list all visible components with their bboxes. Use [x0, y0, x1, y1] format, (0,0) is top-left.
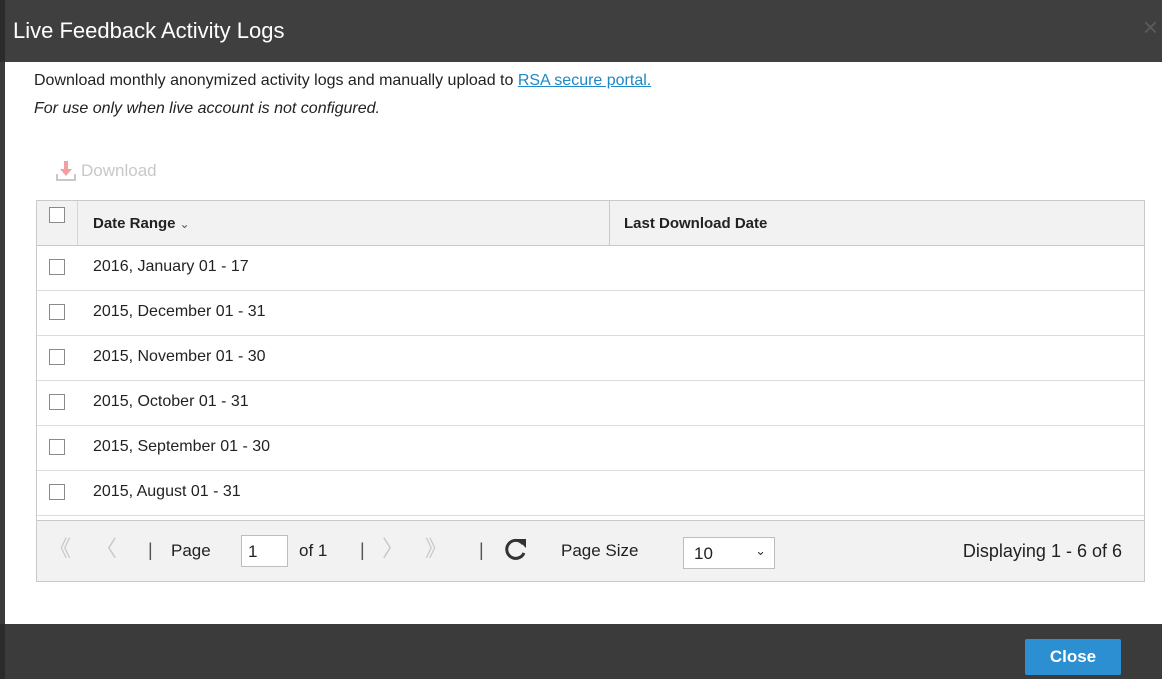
date-range-cell: 2015, August 01 - 31 — [93, 483, 241, 500]
page-size-label: Page Size — [561, 541, 639, 560]
pager-divider: | — [479, 540, 484, 560]
row-checkbox[interactable] — [49, 439, 65, 455]
left-edge-strip — [0, 624, 5, 679]
column-header-last-download[interactable]: Last Download Date — [624, 215, 767, 232]
date-range-cell: 2016, January 01 - 17 — [93, 258, 249, 275]
grid-header: Date Range ⌄ Last Download Date — [37, 201, 1144, 246]
intro-line1-text: Download monthly anonymized activity log… — [34, 72, 518, 89]
last-page-icon[interactable]: 》 — [425, 538, 447, 560]
chevron-down-icon: ⌄ — [179, 217, 190, 231]
row-checkbox[interactable] — [49, 259, 65, 275]
next-page-icon[interactable]: 〉 — [382, 538, 404, 560]
date-range-cell: 2015, December 01 - 31 — [93, 303, 266, 320]
page-label: Page — [171, 541, 211, 560]
table-row[interactable]: 2015, September 01 - 30 — [37, 426, 1144, 471]
row-checkbox[interactable] — [49, 349, 65, 365]
page-size-value: 10 — [694, 544, 713, 563]
table-row[interactable]: 2015, August 01 - 31 — [37, 471, 1144, 516]
previous-page-icon[interactable]: 〈 — [95, 538, 117, 560]
page-of-label: of 1 — [299, 541, 328, 560]
dialog-footer: Close — [0, 624, 1162, 679]
close-icon[interactable]: × — [1143, 14, 1158, 40]
intro-text: Download monthly anonymized activity log… — [34, 72, 651, 90]
display-count: Displaying 1 - 6 of 6 — [962, 541, 1122, 561]
table-row[interactable]: 2015, December 01 - 31 — [37, 291, 1144, 336]
date-range-cell: 2015, September 01 - 30 — [93, 438, 271, 455]
column-header-date-range[interactable]: Date Range ⌄ — [93, 215, 190, 232]
dialog-title: Live Feedback Activity Logs — [13, 18, 285, 43]
column-divider[interactable] — [609, 201, 610, 245]
first-page-icon[interactable]: 《 — [49, 538, 71, 560]
date-range-cell: 2015, October 01 - 31 — [93, 393, 249, 410]
dialog-titlebar: Live Feedback Activity Logs × — [0, 0, 1162, 62]
dialog-body: Download monthly anonymized activity log… — [5, 62, 1162, 624]
column-header-date-range-label: Date Range — [93, 215, 176, 232]
logs-grid: Date Range ⌄ Last Download Date 2016, Jan… — [36, 200, 1145, 582]
row-checkbox[interactable] — [49, 304, 65, 320]
table-row[interactable]: 2015, October 01 - 31 — [37, 381, 1144, 426]
download-label: Download — [81, 161, 157, 180]
download-button[interactable]: Download — [55, 160, 157, 182]
pagination-bar: 《 〈 | Page 1 of 1 | 〉 》 | Page Size 10 ⌄ — [37, 520, 1144, 581]
page-number-input[interactable]: 1 — [241, 535, 288, 567]
close-button[interactable]: Close — [1025, 639, 1121, 675]
dialog: Live Feedback Activity Logs × Download m… — [0, 0, 1162, 679]
page-size-select[interactable]: 10 ⌄ — [683, 537, 775, 569]
rsa-portal-link[interactable]: RSA secure portal. — [518, 72, 651, 89]
date-range-cell: 2015, November 01 - 30 — [93, 348, 266, 365]
table-row[interactable]: 2015, November 01 - 30 — [37, 336, 1144, 381]
table-row[interactable]: 2016, January 01 - 17 — [37, 246, 1144, 291]
row-checkbox[interactable] — [49, 484, 65, 500]
select-all-checkbox[interactable] — [49, 207, 65, 223]
header-checkbox-cell — [37, 201, 78, 245]
pager-divider: | — [360, 540, 365, 560]
row-checkbox[interactable] — [49, 394, 65, 410]
chevron-down-icon: ⌄ — [755, 543, 766, 558]
pager-divider: | — [148, 540, 153, 560]
intro-note: For use only when live account is not co… — [34, 100, 380, 117]
refresh-icon[interactable] — [503, 536, 529, 562]
download-icon — [56, 161, 76, 181]
